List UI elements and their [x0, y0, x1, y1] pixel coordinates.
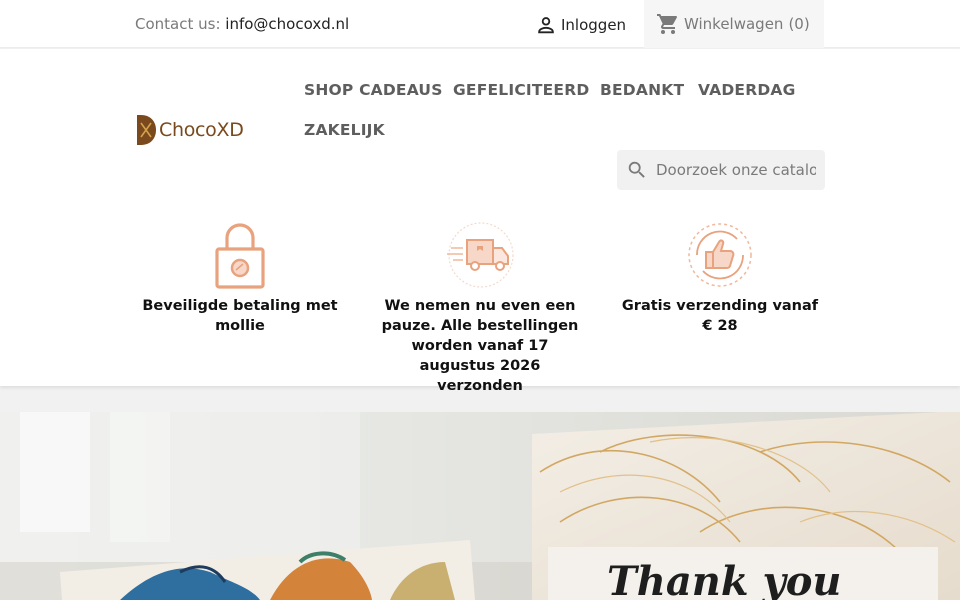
lock-icon [215, 223, 265, 289]
delivery-truck-icon [447, 222, 514, 288]
cart-count: (0) [788, 15, 810, 33]
feature-text: Gratis verzending vanaf € 28 [621, 298, 819, 334]
hero-image: Thank you [0, 412, 960, 600]
logo-text: ChocoXD [159, 119, 244, 141]
nav-item-shop-cadeaus[interactable]: SHOP CADEAUS [304, 81, 443, 99]
nav-item-zakelijk[interactable]: ZAKELIJK [304, 121, 385, 139]
site-logo[interactable]: ChocoXD [135, 112, 253, 148]
search-input[interactable] [656, 161, 816, 179]
search-icon[interactable] [626, 159, 648, 181]
cart-label: Winkelwagen [684, 15, 784, 33]
user-icon [538, 17, 554, 34]
top-bar: Contact us: info@chocoxd.nl Inloggen Win… [0, 0, 960, 48]
feature-free-shipping: Gratis verzending vanaf € 28 [615, 220, 825, 336]
shopping-cart-icon [657, 14, 677, 34]
login-label: Inloggen [561, 16, 627, 34]
login-link[interactable]: Inloggen [535, 13, 626, 37]
thumbs-up-icon [688, 223, 752, 287]
features-row: Beveiligde betaling met mollie We nemen … [135, 220, 825, 394]
feature-text: Beveiligde betaling met mollie [142, 298, 338, 334]
nav-item-bedankt[interactable]: BEDANKT [600, 81, 684, 99]
contact-label: Contact us: [135, 15, 221, 33]
contact-info: Contact us: info@chocoxd.nl [135, 15, 349, 33]
contact-email-link[interactable]: info@chocoxd.nl [225, 15, 349, 33]
hero-card-text: Thank you [607, 558, 842, 600]
feature-shipping-pause: We nemen nu even een pauze. Alle bestell… [375, 220, 585, 396]
hero-banner[interactable]: Thank you [0, 412, 960, 600]
search-box [617, 150, 825, 190]
cart-button[interactable]: Winkelwagen (0) [644, 0, 824, 48]
nav-item-vaderdag[interactable]: VADERDAG [698, 81, 796, 99]
chocoxd-logo-icon [137, 115, 156, 145]
feature-text: We nemen nu even een pauze. Alle bestell… [381, 298, 579, 394]
nav-item-gefeliciteerd[interactable]: GEFELICITEERD [453, 81, 589, 99]
site-header: ChocoXD SHOP CADEAUS GEFELICITEERD BEDAN… [0, 49, 960, 394]
feature-secure-payment: Beveiligde betaling met mollie [135, 220, 345, 336]
